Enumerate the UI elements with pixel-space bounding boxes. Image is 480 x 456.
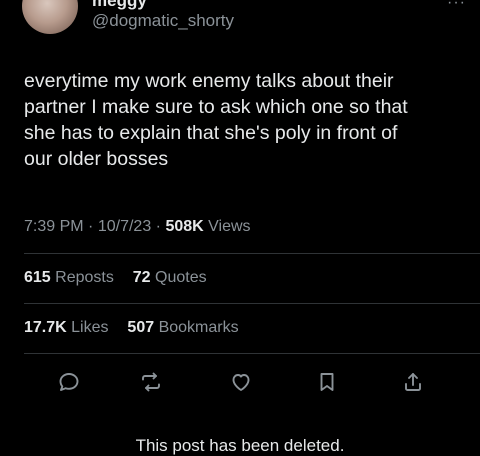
post-time[interactable]: 7:39 PM: [24, 218, 84, 235]
divider: [24, 353, 480, 354]
handle[interactable]: @dogmatic_shorty: [92, 11, 234, 31]
post-text-line: everytime my work enemy talks about thei…: [24, 70, 394, 92]
views-count: 508K: [165, 218, 204, 235]
post-meta: 7:39 PM · 10/7/23 · 508K Views: [24, 218, 251, 236]
likes-link[interactable]: 17.7K Likes: [24, 319, 113, 336]
post-text-line: partner I make sure to ask which one so …: [24, 96, 408, 118]
post-text-line: she has to explain that she's poly in fr…: [24, 122, 398, 144]
like-button[interactable]: [227, 368, 255, 396]
post-header: meggy @dogmatic_shorty ···: [0, 0, 480, 44]
bookmark-button[interactable]: [313, 368, 341, 396]
views-label: Views: [208, 218, 251, 235]
like-icon: [232, 374, 250, 391]
quotes-label: Quotes: [155, 269, 207, 286]
bookmarks-link[interactable]: 507 Bookmarks: [127, 319, 238, 336]
engagement-stats: 17.7K Likes 507 Bookmarks: [24, 319, 239, 337]
likes-label: Likes: [71, 319, 109, 336]
reposts-link[interactable]: 615 Reposts: [24, 269, 118, 286]
more-options-icon[interactable]: ···: [447, 0, 466, 12]
post-text-line: our older bosses: [24, 148, 169, 170]
share-icon: [405, 373, 421, 391]
reply-button[interactable]: [55, 368, 83, 396]
meta-separator: ·: [155, 218, 161, 235]
display-name[interactable]: meggy: [92, 0, 147, 11]
action-bar: [0, 360, 480, 404]
post-text: everytime my work enemy talks about thei…: [24, 68, 464, 172]
post-date[interactable]: 10/7/23: [98, 218, 151, 235]
meta-separator: ·: [88, 218, 94, 235]
reposts-count: 615: [24, 269, 51, 286]
divider: [24, 253, 480, 254]
deleted-notice: This post has been deleted.: [135, 436, 345, 455]
quotes-count: 72: [132, 269, 151, 286]
avatar[interactable]: [22, 0, 78, 34]
bookmarks-count: 507: [127, 319, 155, 336]
bookmark-icon: [320, 373, 334, 391]
likes-count: 17.7K: [24, 319, 67, 336]
reply-icon: [59, 373, 79, 391]
reposts-label: Reposts: [55, 269, 114, 286]
share-button[interactable]: [399, 368, 427, 396]
repost-icon: [142, 372, 160, 392]
quotes-link[interactable]: 72 Quotes: [133, 269, 207, 286]
divider: [24, 303, 480, 304]
repost-button[interactable]: [137, 368, 165, 396]
bookmarks-label: Bookmarks: [158, 319, 239, 336]
repost-stats: 615 Reposts 72 Quotes: [24, 269, 207, 287]
